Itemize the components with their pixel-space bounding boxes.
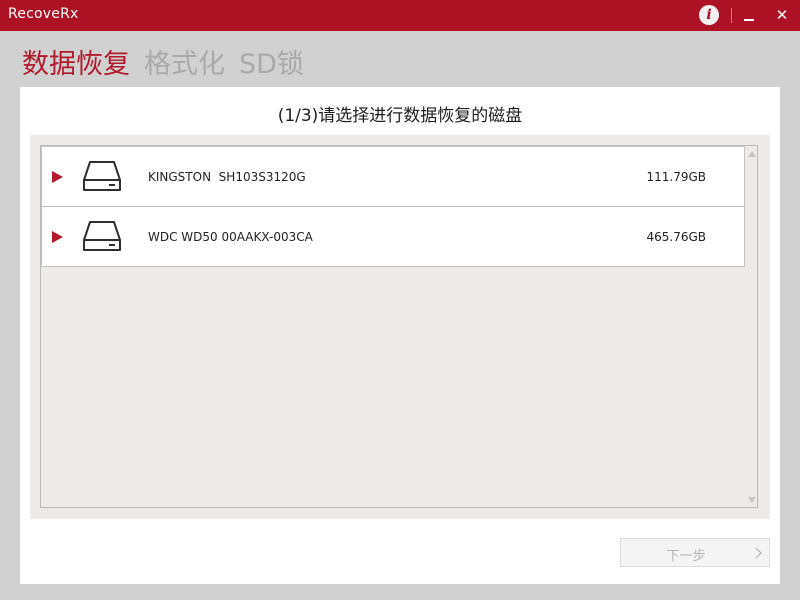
tab-sd-lock[interactable]: SD锁 <box>239 42 304 81</box>
disk-row[interactable]: KINGSTON SH103S3120G 111.79GB <box>41 146 745 207</box>
scroll-down-arrow-icon[interactable] <box>748 497 756 503</box>
disk-size: 111.79GB <box>646 170 706 184</box>
disk-name: KINGSTON SH103S3120G <box>148 170 306 184</box>
main-panel: (1/3)请选择进行数据恢复的磁盘 KINGSTON SH103S3120G 1… <box>20 87 780 584</box>
tab-format[interactable]: 格式化 <box>144 42 225 81</box>
scroll-up-arrow-icon[interactable] <box>748 151 756 157</box>
disk-size: 465.76GB <box>646 230 706 244</box>
hard-drive-icon <box>83 161 121 191</box>
disk-row[interactable]: WDC WD50 00AAKX-003CA 465.76GB <box>41 206 745 267</box>
close-button[interactable]: ✕ <box>772 5 792 25</box>
minimize-button[interactable] <box>742 8 756 24</box>
disk-name: WDC WD50 00AAKX-003CA <box>148 230 313 244</box>
disk-list: KINGSTON SH103S3120G 111.79GB WDC WD50 0… <box>40 145 758 508</box>
next-step-button[interactable]: 下一步 <box>620 538 770 567</box>
info-icon[interactable]: i <box>699 5 719 25</box>
title-bar-divider <box>731 8 732 23</box>
chevron-right-icon <box>750 547 762 559</box>
next-step-label: 下一步 <box>666 549 706 564</box>
hard-drive-icon <box>83 221 121 251</box>
tab-data-recovery[interactable]: 数据恢复 <box>22 42 130 81</box>
disk-list-area: KINGSTON SH103S3120G 111.79GB WDC WD50 0… <box>30 135 770 519</box>
app-title: RecoveRx <box>8 6 79 22</box>
step-title: (1/3)请选择进行数据恢复的磁盘 <box>277 106 523 126</box>
expand-arrow-icon[interactable] <box>52 231 63 243</box>
vertical-scrollbar[interactable] <box>746 147 758 507</box>
expand-arrow-icon[interactable] <box>52 171 63 183</box>
mode-tabs: 数据恢复 格式化 SD锁 <box>22 41 304 81</box>
title-bar: RecoveRx i ✕ <box>0 0 800 31</box>
